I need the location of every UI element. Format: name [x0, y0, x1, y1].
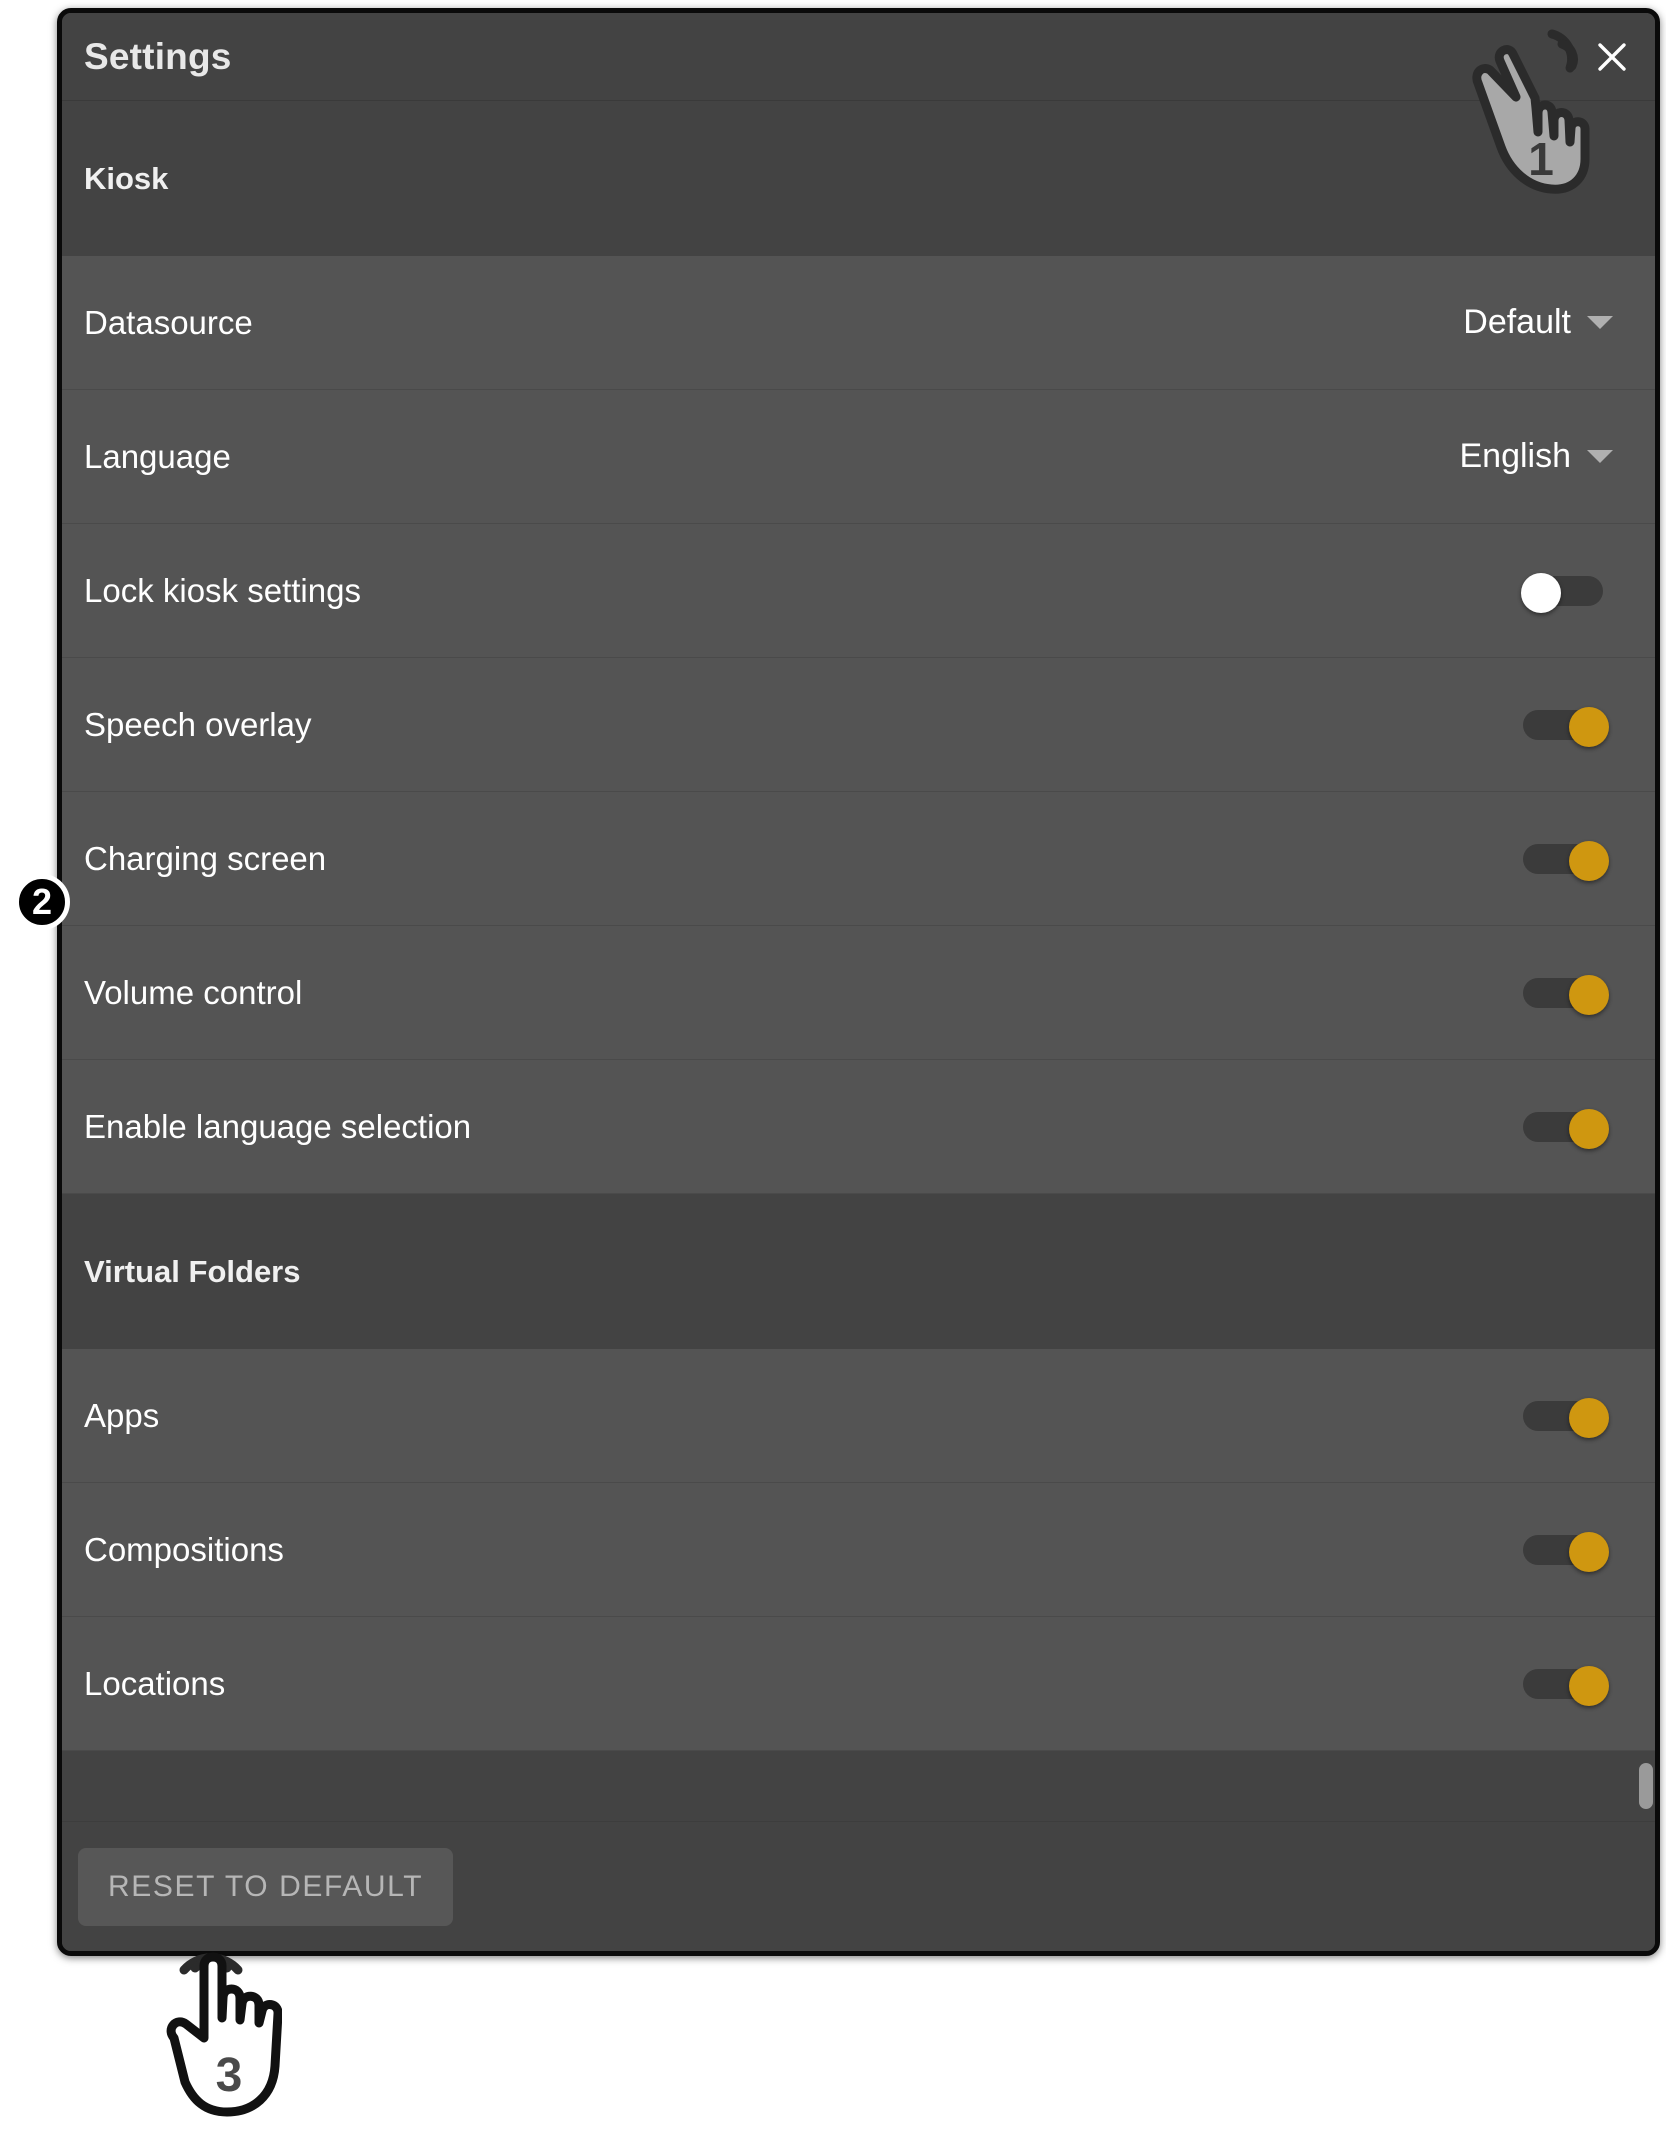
- setting-row-compositions[interactable]: Compositions: [62, 1483, 1655, 1617]
- toggle-knob: [1521, 572, 1561, 613]
- setting-row-locations[interactable]: Locations: [62, 1617, 1655, 1751]
- toggle-switch[interactable]: [1523, 1531, 1609, 1572]
- setting-control[interactable]: [1523, 974, 1633, 1015]
- setting-control[interactable]: [1523, 1108, 1633, 1149]
- setting-control[interactable]: English: [1459, 437, 1633, 476]
- setting-row-datasource[interactable]: Datasource Default: [62, 256, 1655, 390]
- section-header-label: Kiosk: [84, 160, 169, 196]
- setting-control[interactable]: [1523, 706, 1633, 747]
- chevron-down-icon[interactable]: [1587, 316, 1613, 329]
- setting-label: Lock kiosk settings: [84, 571, 361, 609]
- step-badge-2: 2: [14, 874, 70, 930]
- setting-label: Charging screen: [84, 839, 327, 877]
- toggle-switch[interactable]: [1523, 706, 1609, 747]
- setting-row-lock-kiosk-settings[interactable]: Lock kiosk settings: [62, 524, 1655, 658]
- chevron-down-icon[interactable]: [1587, 450, 1613, 463]
- toggle-knob: [1569, 840, 1609, 881]
- toggle-switch[interactable]: [1523, 840, 1609, 881]
- setting-label: Volume control: [84, 973, 303, 1011]
- setting-label: Speech overlay: [84, 705, 312, 743]
- toggle-knob: [1569, 706, 1609, 747]
- dropdown-value: Default: [1463, 303, 1571, 341]
- setting-control[interactable]: [1521, 572, 1633, 613]
- setting-control[interactable]: [1523, 1665, 1633, 1706]
- setting-row-charging-screen[interactable]: Charging screen: [62, 792, 1655, 926]
- toggle-switch[interactable]: [1523, 1108, 1609, 1149]
- reset-to-default-button[interactable]: RESET TO DEFAULT: [78, 1847, 454, 1926]
- setting-label: Locations: [84, 1664, 226, 1702]
- section-header-virtual-folders: Virtual Folders: [62, 1194, 1655, 1349]
- close-icon[interactable]: [1587, 32, 1637, 82]
- setting-row-apps[interactable]: Apps: [62, 1349, 1655, 1483]
- section-header-label: Virtual Folders: [84, 1253, 301, 1289]
- setting-label: Enable language selection: [84, 1107, 472, 1145]
- dialog-titlebar: Settings: [62, 13, 1655, 101]
- setting-row-speech-overlay[interactable]: Speech overlay: [62, 658, 1655, 792]
- setting-control[interactable]: [1523, 1531, 1633, 1572]
- dialog-title: Settings: [84, 35, 232, 77]
- setting-control[interactable]: [1523, 1397, 1633, 1438]
- toggle-knob: [1569, 1108, 1609, 1149]
- hand-cursor-3-icon: 3: [162, 1930, 283, 2130]
- settings-scroll-area[interactable]: Kiosk Datasource Default Language Englis…: [62, 101, 1655, 1821]
- settings-dialog: Settings Kiosk Datasource Default Langua…: [57, 8, 1660, 1956]
- toggle-switch[interactable]: [1521, 572, 1609, 613]
- setting-row-enable-language-selection[interactable]: Enable language selection: [62, 1060, 1655, 1194]
- vertical-scrollbar-thumb[interactable]: [1639, 1763, 1653, 1809]
- setting-row-volume-control[interactable]: Volume control: [62, 926, 1655, 1060]
- toggle-knob: [1569, 974, 1609, 1015]
- toggle-knob: [1569, 1531, 1609, 1572]
- toggle-knob: [1569, 1665, 1609, 1706]
- section-header-partial: [62, 1751, 1655, 1821]
- setting-control[interactable]: [1523, 840, 1633, 881]
- setting-control[interactable]: Default: [1463, 303, 1633, 342]
- toggle-switch[interactable]: [1523, 1397, 1609, 1438]
- section-header-kiosk: Kiosk: [62, 101, 1655, 256]
- toggle-knob: [1569, 1397, 1609, 1438]
- dropdown-value: English: [1459, 437, 1571, 475]
- setting-label: Apps: [84, 1396, 160, 1434]
- dialog-footer: RESET TO DEFAULT: [62, 1821, 1655, 1951]
- toggle-switch[interactable]: [1523, 1665, 1609, 1706]
- setting-label: Compositions: [84, 1530, 284, 1568]
- screen: Settings Kiosk Datasource Default Langua…: [0, 0, 1666, 2134]
- toggle-switch[interactable]: [1523, 974, 1609, 1015]
- setting-row-language[interactable]: Language English: [62, 390, 1655, 524]
- setting-label: Datasource: [84, 303, 253, 341]
- setting-label: Language: [84, 437, 231, 475]
- hand-cursor-3-number: 3: [215, 2049, 243, 2102]
